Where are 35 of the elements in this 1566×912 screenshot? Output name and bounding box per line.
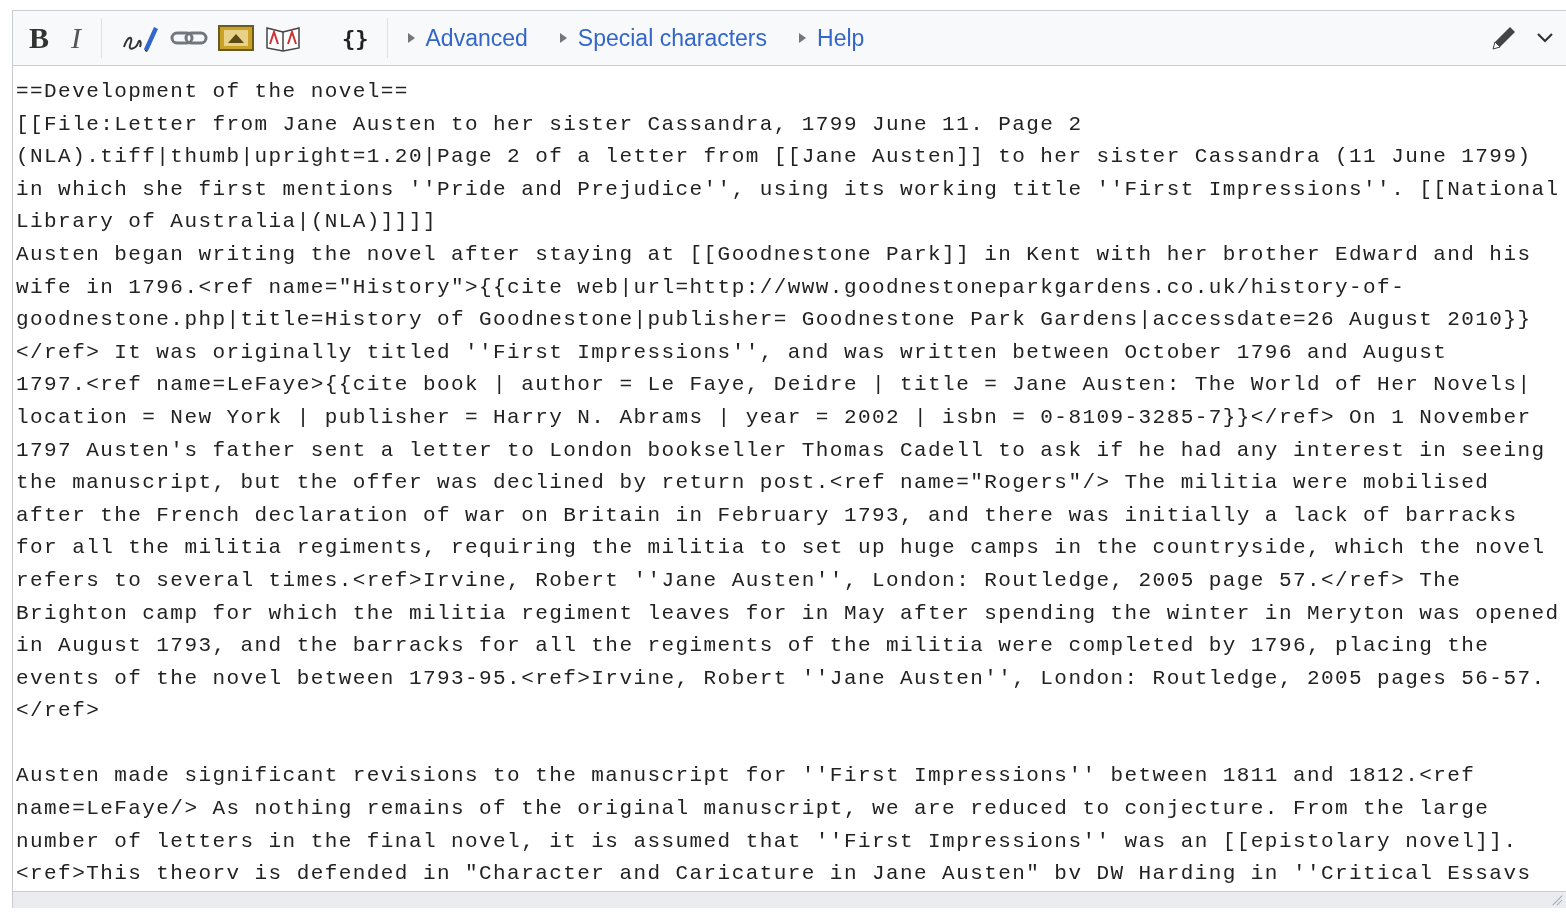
wikitext-line: <ref>This theorv is defended in "Character and Caricature in Jane Austen" bv DW Harding in ''Critical Essavs <box>16 861 1533 888</box>
wikitext-line: Library of Australia|(NLA)]]]] <box>16 209 438 236</box>
wikitext-line: in August 1793, and the barracks for all the regiments of the militia were completed by 1796, placing the <box>16 633 1491 660</box>
toolbar-section-tab[interactable]: Help <box>797 24 865 52</box>
wikitext-line: ==Development of the novel== <box>16 79 410 105</box>
italic-button[interactable]: I <box>71 21 81 55</box>
code-braces-button[interactable]: {} <box>342 25 369 51</box>
wikitext-line: in which she first mentions ''Pride and Prejudice'', using its working title ''First Impressions''. [[National <box>16 176 1561 203</box>
wikitext-line: </ref> <box>16 698 102 725</box>
chevron-down-icon[interactable] <box>1536 32 1554 44</box>
wikitext-line: location = New York | publisher = Harry N. Abrams | year = 2002 | isbn = 0-8109-3285-7}}</ref> On 1 November <box>16 404 1533 431</box>
wikitext-line: Brighton camp for which the militia regiment leaves for in May after spending the winter in Meryton was opened <box>16 600 1561 627</box>
wikitext-line: (NLA).tiff|thumb|upright=1.20|Page 2 of a letter from [[Jane Austen]] to her sister Cassandra (11 June 1799) <box>16 144 1533 171</box>
wikitext-line: Austen began writing the novel after staying at [[Goodnestone Park]] in Kent with her brother Edward and his <box>16 241 1533 268</box>
wikitext-line: events of the novel between 1793-95.<ref>Irvine, Robert ''Jane Austen'', London: Routledge, 2005 pages 56-57. <box>16 665 1547 692</box>
wikitext-line: refers to several times.<ref>Irvine, Robert ''Jane Austen'', London: Routledge, 2005 page 57.</ref> The <box>16 567 1463 594</box>
wikitext-line: name=LeFaye/> As nothing remains of the original manuscript, we are reduced to conjecture. From the large <box>16 796 1491 823</box>
toolbar-section-tab[interactable]: Advanced <box>405 24 528 52</box>
wikitext-line: Austen made significant revisions to the manuscript for ''First Impressions'' between 1811 and 1812.<ref <box>16 763 1477 790</box>
wikitext-line: </ref> It was originally titled ''First Impressions'', and was written between October 1796 and August <box>16 339 1449 366</box>
section-label[interactable]: Help <box>817 24 865 52</box>
framed-picture-icon[interactable] <box>218 25 254 51</box>
wikitext-line: the manuscript, but the offer was declined by return post.<ref name="Rogers"/> The militia were mobilised <box>16 470 1491 497</box>
open-book-icon[interactable] <box>264 24 302 52</box>
resize-grip-icon[interactable] <box>1551 893 1563 906</box>
wikitext-line: number of letters in the final novel, it is assumed that ''First Impressions'' was an [[epistolary novel]]. <box>16 828 1519 855</box>
wikitext-line: 1797 Austen's father sent a letter to London bookseller Thomas Cadell to ask if he had any interest in seeing <box>16 437 1547 464</box>
wikitext-line: after the French declaration of war on Britain in February 1793, and there was initially a lack of barracks <box>16 502 1519 529</box>
wikitext-line: 1797.<ref name=LeFaye>{{cite book | author = Le Faye, Deidre | title = Jane Austen: The World of Her Novels| <box>16 372 1533 399</box>
wikitext-line: wife in 1796.<ref name="History">{{cite web|url=http://www.goodnestoneparkgardens.co.uk/history-of- <box>16 274 1407 301</box>
wikitext-line: goodnestone.php|title=History of Goodnestone|publisher= Goodnestone Park Gardens|accessdate=26 August 2010}} <box>16 307 1533 334</box>
bold-button[interactable]: B <box>29 21 49 55</box>
section-label[interactable]: Advanced <box>425 24 528 52</box>
wikitext-line: for all the militia regiments, requiring the militia to set up huge camps in the countryside, which the novel <box>16 535 1547 562</box>
wikitext-line: [[File:Letter from Jane Austen to her sister Cassandra, 1799 June 11. Page 2 <box>16 111 1084 138</box>
